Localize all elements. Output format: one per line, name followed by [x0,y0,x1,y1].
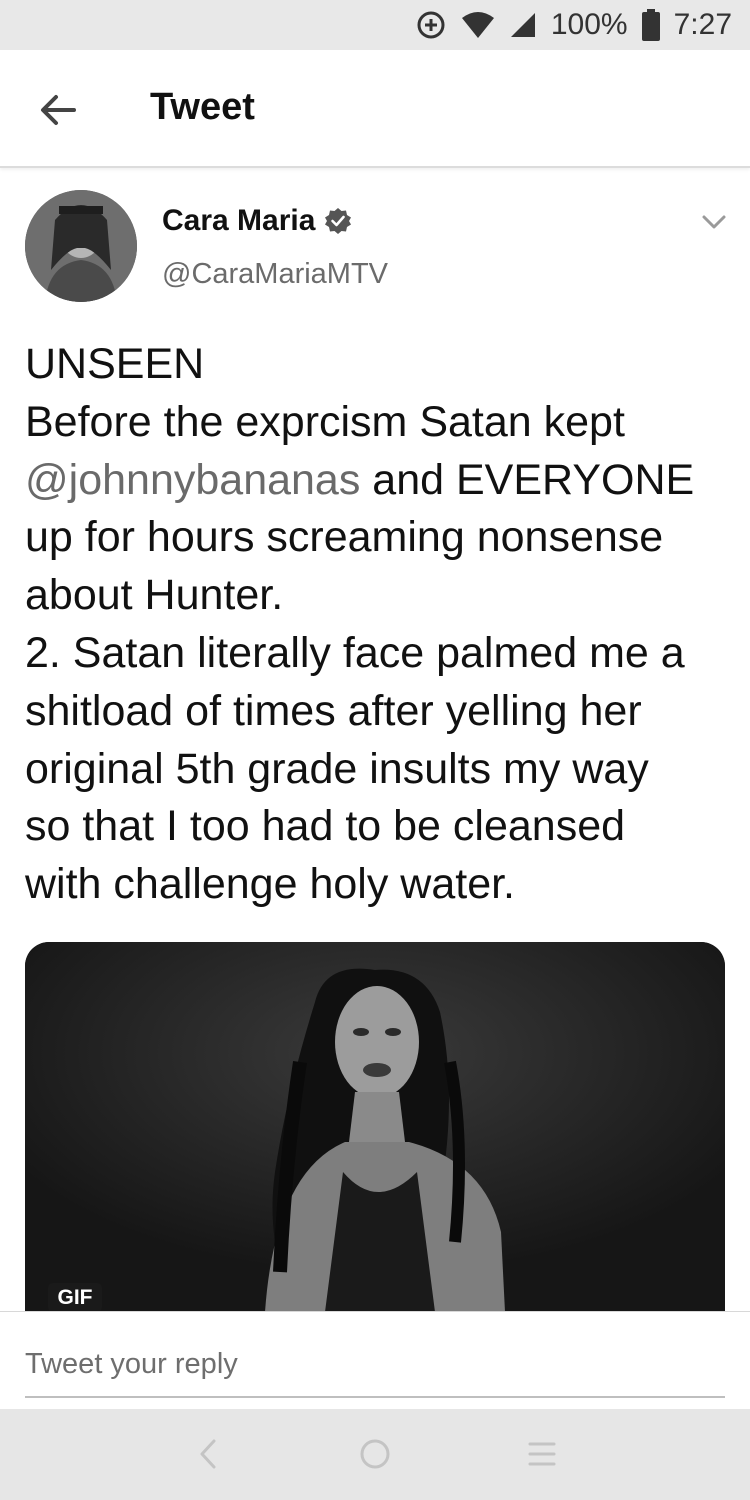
nav-back-button[interactable] [188,1437,228,1471]
signal-icon [509,11,537,39]
wifi-icon [461,11,495,39]
battery-icon [641,9,660,41]
arrow-left-icon [41,95,76,125]
battery-percentage: 100% [550,8,628,41]
top-app-bar: Tweet [0,50,750,168]
recents-nav-icon [528,1442,556,1466]
gif-image [25,942,725,1312]
reply-bar [0,1311,750,1409]
tweet-line: original 5th grade insults my way [25,744,649,793]
tweet-line: about Hunter. [25,571,284,620]
avatar[interactable] [25,190,137,302]
tweet-line: up for hours screaming nonsense [25,513,664,562]
reply-input[interactable] [25,1342,725,1398]
display-name[interactable]: Cara Maria [162,204,315,238]
tweet-body: UNSEEN Before the exprcism Satan kept @j… [25,336,735,914]
avatar-image [25,190,137,302]
nav-home-button[interactable] [355,1437,395,1471]
gif-badge: GIF [48,1283,102,1312]
clock: 7:27 [673,8,732,41]
tweet-line: with challenge holy water. [25,860,516,909]
status-bar: 100% 7:27 [0,0,750,50]
back-nav-icon [200,1439,216,1469]
tweet-line: UNSEEN [25,340,205,388]
tweet-line-text: and EVERYONE [360,455,695,504]
back-button[interactable] [36,88,80,132]
nav-recents-button[interactable] [522,1437,562,1471]
user-handle[interactable]: @CaraMariaMTV [162,258,388,291]
home-nav-icon [360,1439,390,1469]
tweet-line: so that I too had to be cleansed [25,802,626,851]
tweet-line: shitload of times after yelling her [25,686,642,735]
tweet-line: Before the exprcism Satan kept [25,397,625,446]
system-nav-bar [0,1409,750,1500]
page-title: Tweet [150,86,255,128]
mention-link[interactable]: @johnnybananas [25,456,360,504]
tweet-menu-button[interactable] [698,210,730,234]
tweet-line: 2. Satan literally face palmed me a [25,628,685,677]
data-saver-icon [415,9,447,41]
gif-media[interactable] [25,942,725,1312]
verified-badge-icon [325,208,351,234]
chevron-down-icon [702,215,726,229]
tweet-line: @johnnybananas and EVERYONE [25,452,735,510]
